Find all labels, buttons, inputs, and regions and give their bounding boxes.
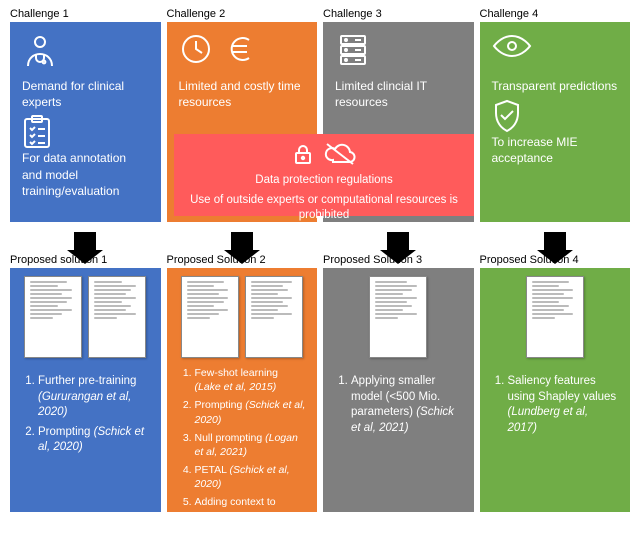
challenge-3-text: Limited clincial IT resources bbox=[335, 78, 462, 110]
list-item: Applying smaller model (<500 Mio. parame… bbox=[351, 374, 464, 436]
list-item: Saliency features using Shapley values (… bbox=[508, 374, 621, 436]
overlay-line2: Use of outside experts or computational … bbox=[184, 193, 464, 224]
challenges-row: Demand for clinical experts For data ann… bbox=[10, 22, 630, 222]
challenge-4-text-b: To increase MIE acceptance bbox=[492, 134, 619, 166]
challenge-1-text-b: For data annotation and model training/e… bbox=[22, 150, 149, 199]
solution-2-card: Few-shot learning (Lake et al, 2015) Pro… bbox=[167, 268, 318, 512]
euro-icon bbox=[225, 32, 259, 69]
solution-2-list: Few-shot learning (Lake et al, 2015) Pro… bbox=[177, 366, 308, 528]
list-item: Null prompting (Logan et al, 2021) bbox=[195, 431, 308, 459]
solution-4-card: Saliency features using Shapley values (… bbox=[480, 268, 631, 512]
arrow-down-icon bbox=[544, 232, 566, 250]
solution-1-thumbs bbox=[20, 276, 151, 366]
paper-thumb bbox=[245, 276, 303, 358]
list-item: Further pre-training (Gururangan et al, … bbox=[38, 374, 151, 421]
paper-thumb bbox=[24, 276, 82, 358]
list-item: Adding context to model input bbox=[195, 495, 308, 523]
challenge-4-text-a: Transparent predictions bbox=[492, 78, 619, 94]
solutions-row: Further pre-training (Gururangan et al, … bbox=[10, 268, 630, 512]
paper-thumb bbox=[88, 276, 146, 358]
solution-3-thumbs bbox=[333, 276, 464, 366]
doctor-icon bbox=[22, 32, 58, 71]
list-item: Few-shot learning (Lake et al, 2015) bbox=[195, 366, 308, 394]
diagram-root: Challenge 1 Challenge 2 Challenge 3 Chal… bbox=[0, 0, 640, 548]
arrow-down-icon bbox=[387, 232, 409, 250]
list-item: Prompting (Schick et al, 2020) bbox=[195, 398, 308, 426]
paper-thumb bbox=[181, 276, 239, 358]
arrow-down-icon bbox=[74, 232, 96, 250]
data-protection-overlay: Data protection regulations Use of outsi… bbox=[174, 134, 474, 216]
clock-icon bbox=[179, 32, 213, 69]
solution-1-card: Further pre-training (Gururangan et al, … bbox=[10, 268, 161, 512]
challenge-3-heading: Challenge 3 bbox=[323, 8, 474, 20]
challenge-4-card: Transparent predictions To increase MIE … bbox=[480, 22, 631, 222]
challenge-2-text: Limited and costly time resources bbox=[179, 78, 306, 110]
list-item: PETAL (Schick et al, 2020) bbox=[195, 463, 308, 491]
challenge-1-card: Demand for clinical experts For data ann… bbox=[10, 22, 161, 222]
lock-icon bbox=[291, 142, 315, 169]
checklist-icon bbox=[22, 115, 52, 152]
eye-icon bbox=[492, 32, 532, 63]
challenge-4-heading: Challenge 4 bbox=[480, 8, 631, 20]
overlay-line1: Data protection regulations bbox=[255, 173, 392, 189]
challenge-1-heading: Challenge 1 bbox=[10, 8, 161, 20]
list-item: Prompting (Schick et al, 2020) bbox=[38, 425, 151, 456]
solution-3-list: Applying smaller model (<500 Mio. parame… bbox=[333, 374, 464, 440]
server-icon bbox=[335, 32, 371, 71]
arrows-row bbox=[10, 232, 630, 250]
paper-thumb bbox=[526, 276, 584, 358]
arrow-down-icon bbox=[231, 232, 253, 250]
shield-check-icon bbox=[492, 99, 522, 136]
solution-2-thumbs bbox=[177, 276, 308, 358]
challenge-headings-row: Challenge 1 Challenge 2 Challenge 3 Chal… bbox=[10, 8, 630, 20]
solution-4-list: Saliency features using Shapley values (… bbox=[490, 374, 621, 440]
paper-thumb bbox=[369, 276, 427, 358]
no-cloud-icon bbox=[323, 142, 357, 169]
challenge-1-text-a: Demand for clinical experts bbox=[22, 78, 149, 110]
challenge-2-heading: Challenge 2 bbox=[167, 8, 318, 20]
solution-3-card: Applying smaller model (<500 Mio. parame… bbox=[323, 268, 474, 512]
solution-1-list: Further pre-training (Gururangan et al, … bbox=[20, 374, 151, 460]
solution-4-thumbs bbox=[490, 276, 621, 366]
